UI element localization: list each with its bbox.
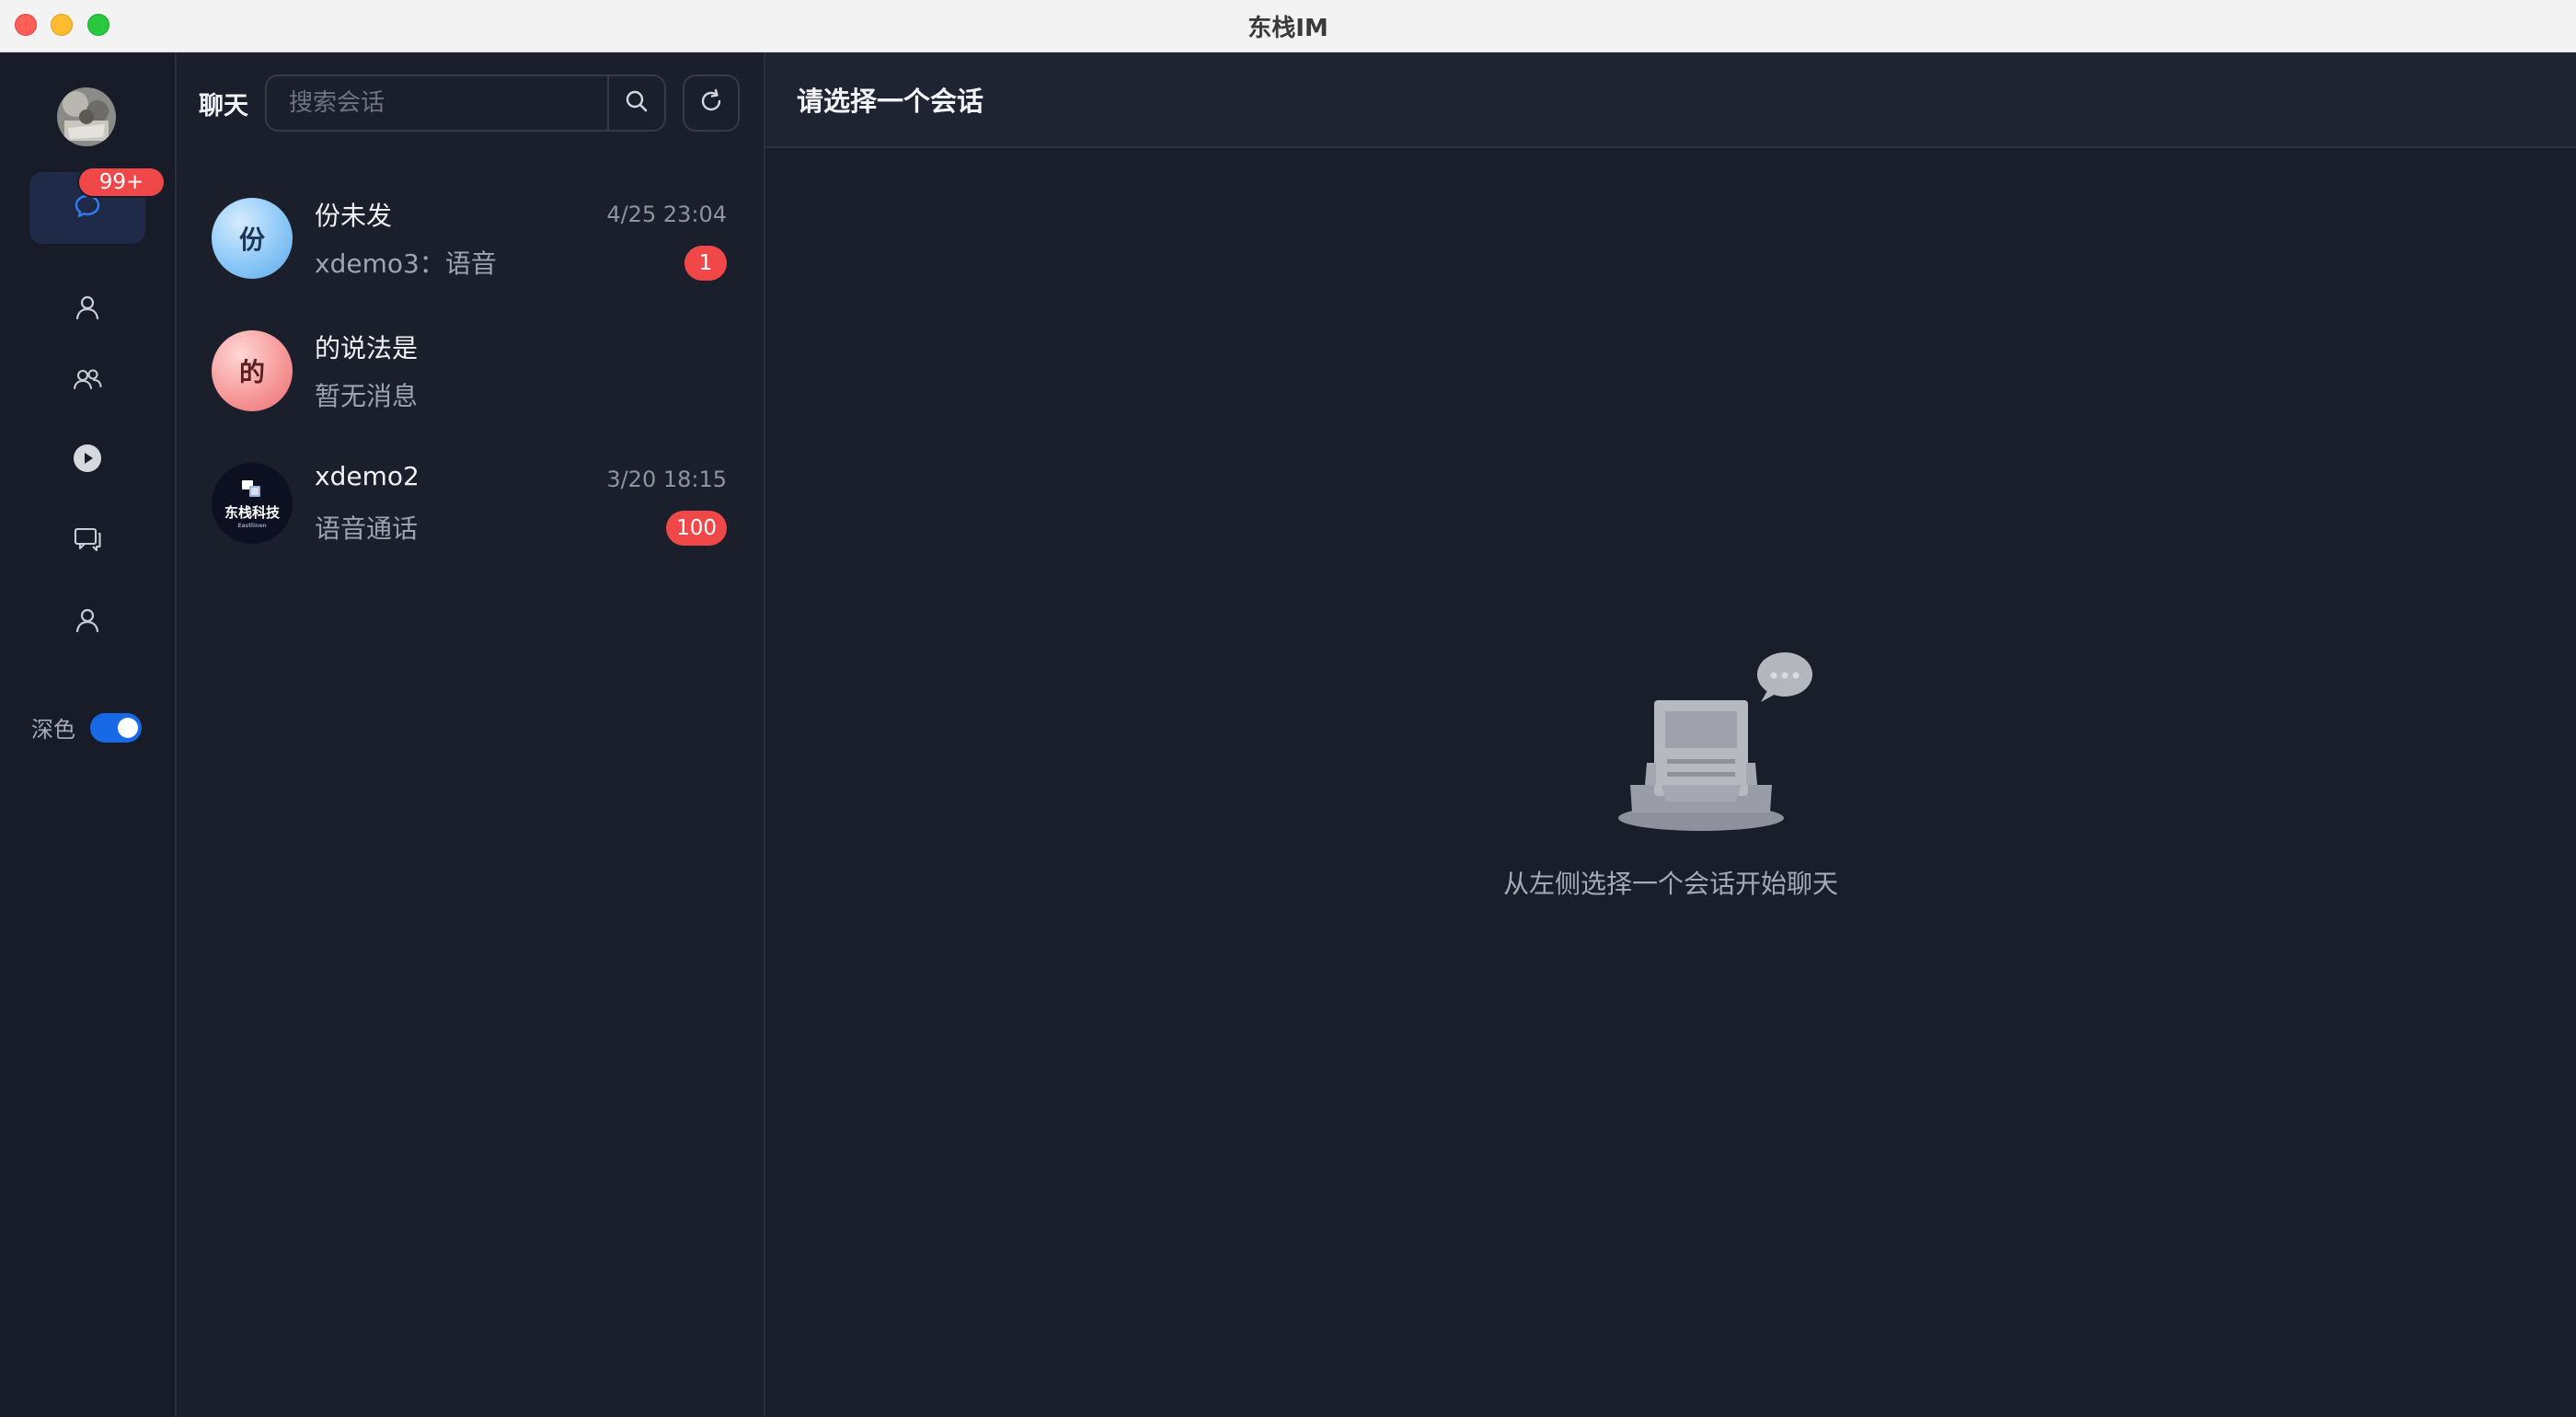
conversation-avatar: 的 [212, 330, 293, 411]
search-button[interactable] [609, 75, 666, 132]
unread-badge: 100 [666, 511, 727, 546]
conversation-list-panel: 聊天 份 份未发 4/25 23:04 xdemo3：语音 1 的 的说法是 暂… [177, 52, 765, 1417]
search-icon [624, 88, 650, 118]
avatar-brand-text: 东栈科技 [224, 503, 280, 521]
conversation-name: 的说法是 [315, 333, 419, 363]
conversation-item[interactable]: 东栈科技 Eastlinen xdemo2 3/20 18:15 语音通话 10… [177, 430, 762, 562]
profile-icon [74, 606, 101, 638]
conversation-item[interactable]: 的 的说法是 暂无消息 [177, 297, 762, 430]
title-bar: 东栈IM [0, 0, 2576, 52]
search-box [265, 75, 609, 132]
chat-header: 请选择一个会话 [765, 52, 2576, 148]
search-input[interactable] [267, 76, 607, 130]
toggle-knob [118, 718, 138, 738]
empty-state-text: 从左侧选择一个会话开始聊天 [1502, 869, 1838, 899]
messages-icon [73, 525, 102, 557]
unread-badge: 1 [684, 246, 727, 281]
conversation-preview: 语音通话 [315, 513, 419, 544]
conversation-item[interactable]: 份 份未发 4/25 23:04 xdemo3：语音 1 [177, 165, 762, 297]
chat-bubble-icon [74, 192, 101, 224]
conversation-avatar: 东栈科技 Eastlinen [212, 463, 293, 544]
app-window: 东栈IM 99+ 深色 聊天 搜索会话 份 份未发 4/25 23:04 xde… [0, 0, 2576, 1417]
empty-inbox-icon [1575, 645, 1814, 851]
conversation-time: 3/20 18:15 [606, 467, 727, 492]
nav-rail: 99+ 深色 [0, 52, 177, 1417]
page-title: 请选择一个会话 [797, 86, 984, 117]
conversation-name: 份未发 [315, 201, 393, 231]
user-icon [74, 294, 101, 325]
chat-main: 请选择一个会话 从左侧选择一个会话开始聊天 [765, 52, 2576, 1417]
nav-item-contacts[interactable] [29, 273, 145, 345]
play-icon [73, 444, 102, 477]
theme-toggle[interactable] [90, 713, 142, 743]
refresh-icon [697, 87, 725, 119]
theme-label: 深色 [31, 717, 75, 743]
window-title: 东栈IM [1248, 15, 1328, 42]
conversation-name: xdemo2 [315, 461, 420, 491]
nav-item-messages[interactable] [29, 505, 145, 577]
conversation-preview: xdemo3：语音 [315, 248, 497, 279]
refresh-button[interactable] [683, 75, 740, 132]
brand-logo-icon [242, 479, 260, 497]
nav-item-media[interactable] [29, 424, 145, 496]
avatar-brand-subtext: Eastlinen [237, 522, 267, 529]
avatar[interactable] [57, 87, 116, 146]
conversation-time: 4/25 23:04 [606, 202, 727, 227]
group-icon [72, 365, 103, 397]
conversation-avatar: 份 [212, 198, 293, 279]
nav-item-profile[interactable] [29, 586, 145, 658]
conversation-preview: 暂无消息 [315, 381, 419, 411]
chat-unread-badge: 99+ [79, 168, 164, 196]
list-title: 聊天 [199, 92, 248, 121]
nav-item-groups[interactable] [29, 345, 145, 417]
